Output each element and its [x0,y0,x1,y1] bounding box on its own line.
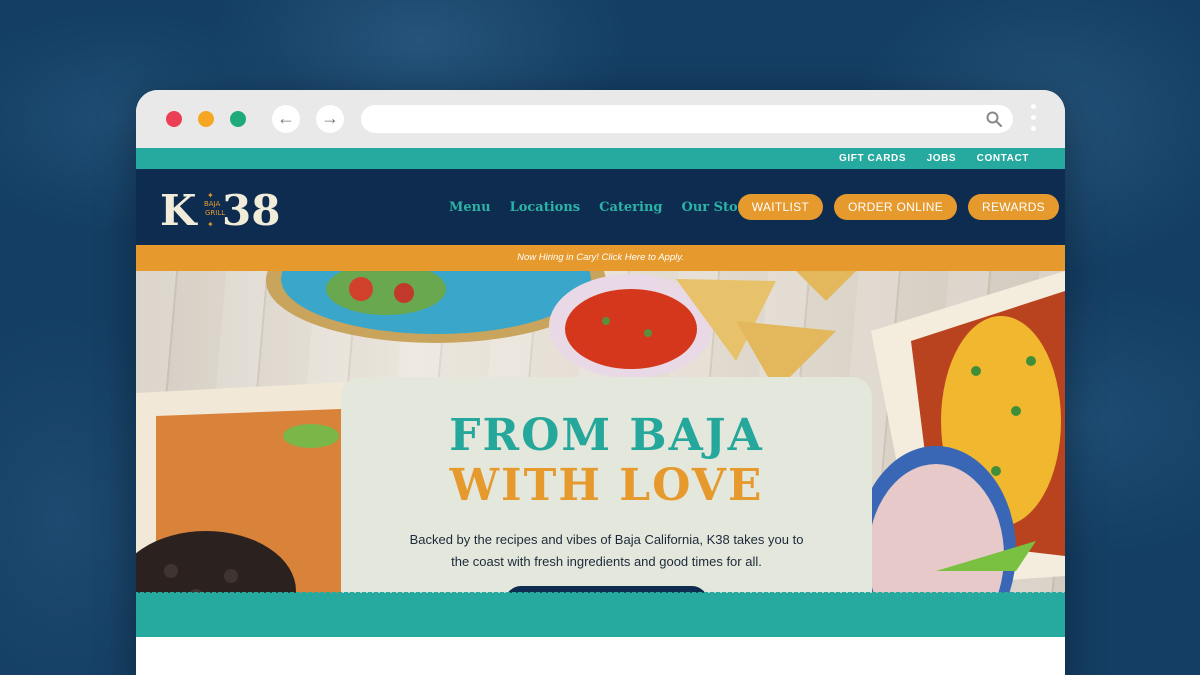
svg-text:38: 38 [222,186,280,231]
rewards-button[interactable]: REWARDS [968,194,1059,220]
search-icon[interactable] [985,110,1003,128]
utility-bar: GIFT CARDS JOBS CONTACT [136,148,1065,169]
maximize-window-button[interactable] [230,111,246,127]
svg-text:✦: ✦ [207,220,214,229]
forward-button[interactable]: → [316,105,344,133]
browser-chrome: ← → [136,90,1065,148]
gift-cards-link[interactable]: GIFT CARDS [839,148,906,169]
nav-menu[interactable]: Menu [449,200,491,215]
logo-sub-top: BAJA [204,200,221,208]
waitlist-button[interactable]: WAITLIST [737,194,824,220]
hiring-banner-text[interactable]: Now Hiring in Cary! Click Here to Apply. [517,252,684,263]
svg-text:✦: ✦ [207,191,214,200]
arrow-left-icon: ← [277,108,295,128]
k38-logo[interactable]: K 38 BAJA GRILL ✦ ✦ [160,185,290,231]
order-online-button[interactable]: ORDER ONLINE [834,194,957,220]
kebab-menu-icon[interactable] [1031,104,1037,134]
address-bar[interactable] [361,105,1013,133]
hiring-banner[interactable]: Now Hiring in Cary! Click Here to Apply. [136,245,1065,277]
browser-window: ← → GIFT CARDS JOBS CONTACT K 38 BAJA GR… [136,90,1065,675]
footer-zigzag [136,592,1065,598]
logo-sub-bottom: GRILL [205,209,225,217]
site-header: K 38 BAJA GRILL ✦ ✦ Menu Locations Cater… [136,169,1065,245]
contact-link[interactable]: CONTACT [977,148,1029,169]
minimize-window-button[interactable] [198,111,214,127]
svg-text:K: K [160,186,198,231]
jobs-link[interactable]: JOBS [927,148,957,169]
hero-section: FROM BAJA WITH LOVE Backed by the recipe… [136,271,1065,637]
nav-locations[interactable]: Locations [510,200,581,215]
nav-catering[interactable]: Catering [599,200,662,215]
close-window-button[interactable] [166,111,182,127]
arrow-right-icon: → [321,108,339,128]
hero-title-line1: FROM BAJA [449,410,764,461]
main-nav: Menu Locations Catering Our Story [449,169,771,245]
hero-description: Backed by the recipes and vibes of Baja … [409,532,804,569]
teal-footer-band [136,592,1065,637]
header-actions: WAITLIST ORDER ONLINE REWARDS [727,194,1059,220]
back-button[interactable]: ← [272,105,300,133]
hero-title-line2: WITH LOVE [449,460,764,511]
